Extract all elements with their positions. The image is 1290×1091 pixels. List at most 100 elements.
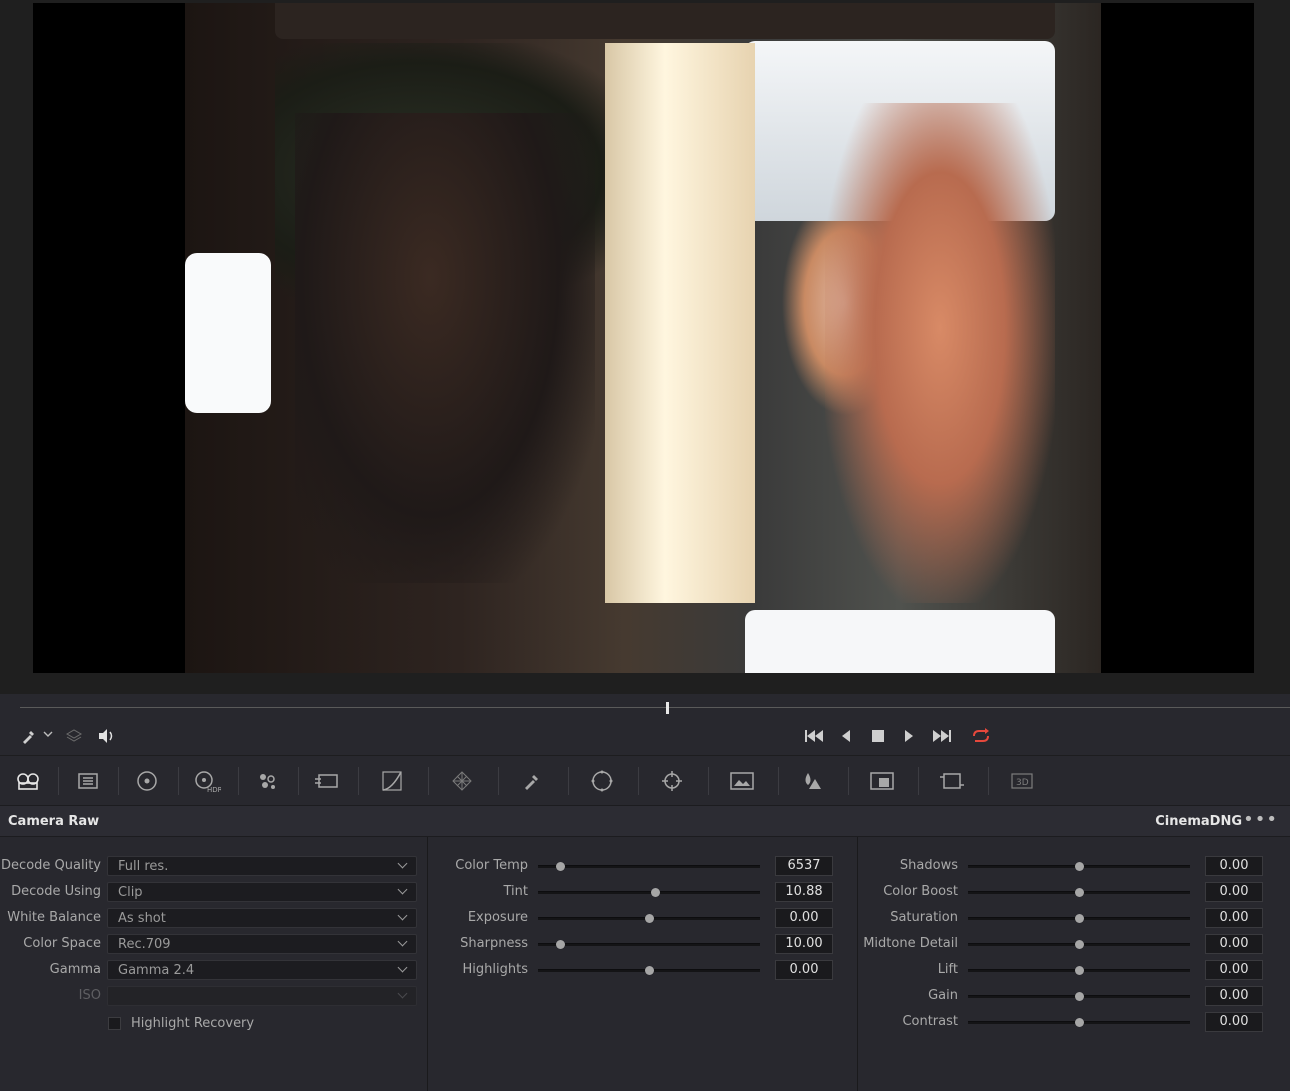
stop-icon[interactable]: [870, 727, 886, 749]
tone-sliders-column: Shadows 0.00 Color Boost 0.00 Saturation 0.00…: [858, 837, 1290, 1091]
decode-quality-value: Full res.: [118, 859, 169, 874]
shadows-value-field[interactable]: 0.00: [1205, 856, 1263, 876]
more-options-icon[interactable]: •••: [1243, 809, 1278, 830]
color-space-label: Color Space: [23, 936, 101, 951]
shadows-label: Shadows: [899, 858, 958, 873]
saturation-value-field[interactable]: 0.00: [1205, 908, 1263, 928]
tint-slider[interactable]: [538, 891, 760, 894]
sizing-icon[interactable]: [938, 769, 966, 793]
sharpness-slider[interactable]: [538, 943, 760, 946]
color-temp-label: Color Temp: [455, 858, 528, 873]
motion-effects-icon[interactable]: [313, 769, 341, 793]
contrast-label: Contrast: [902, 1014, 958, 1029]
color-boost-value-field[interactable]: 0.00: [1205, 882, 1263, 902]
lift-label: Lift: [937, 962, 958, 977]
viewer-frame: [33, 3, 1254, 673]
chevron-down-icon: [397, 988, 408, 999]
chevron-down-icon: [397, 858, 408, 869]
highlights-value-field[interactable]: 0.00: [775, 960, 833, 980]
color-space-dropdown[interactable]: Rec.709: [107, 934, 417, 954]
midtone-detail-label: Midtone Detail: [863, 936, 958, 951]
iso-label: ISO: [78, 988, 101, 1003]
exposure-slider-handle[interactable]: [644, 914, 654, 923]
contrast-value-field[interactable]: 0.00: [1205, 1012, 1263, 1032]
lift-value-field[interactable]: 0.00: [1205, 960, 1263, 980]
gamma-value: Gamma 2.4: [118, 963, 195, 978]
color-page-toolbar: HDR 3D: [0, 755, 1290, 806]
midtone-detail-slider-handle[interactable]: [1074, 940, 1084, 949]
decode-using-value: Clip: [118, 885, 143, 900]
svg-text:3D: 3D: [1016, 778, 1029, 788]
camera-raw-icon[interactable]: [14, 769, 42, 793]
timeline-scrubber[interactable]: [20, 707, 1290, 708]
blur-icon[interactable]: [798, 769, 826, 793]
panel-header: Camera Raw CinemaDNG •••: [0, 805, 1290, 837]
loop-icon[interactable]: [969, 726, 993, 750]
chevron-down-icon: [397, 910, 408, 921]
qualifier-icon[interactable]: [518, 769, 546, 793]
chevron-down-icon[interactable]: [43, 728, 53, 746]
sharpness-value-field[interactable]: 10.00: [775, 934, 833, 954]
rgb-mixer-icon[interactable]: [253, 769, 281, 793]
white-balance-value: As shot: [118, 911, 166, 926]
gamma-dropdown[interactable]: Gamma 2.4: [107, 960, 417, 980]
gain-label: Gain: [928, 988, 958, 1003]
lift-slider-handle[interactable]: [1074, 966, 1084, 975]
panel-title: Camera Raw: [8, 814, 100, 829]
sharpness-slider-handle[interactable]: [555, 940, 565, 949]
decode-quality-dropdown[interactable]: Full res.: [107, 856, 417, 876]
color-boost-slider-handle[interactable]: [1074, 888, 1084, 897]
jump-to-start-icon[interactable]: [803, 727, 825, 749]
play-reverse-icon[interactable]: [839, 727, 853, 749]
play-icon[interactable]: [902, 727, 916, 749]
window-icon[interactable]: [588, 769, 616, 793]
iso-dropdown: [107, 986, 417, 1006]
gamma-label: Gamma: [49, 962, 101, 977]
magic-mask-icon[interactable]: [728, 769, 756, 793]
layers-icon[interactable]: [65, 727, 83, 749]
sharpness-label: Sharpness: [460, 936, 528, 951]
chevron-down-icon: [397, 884, 408, 895]
saturation-slider-handle[interactable]: [1074, 914, 1084, 923]
gain-value-field[interactable]: 0.00: [1205, 986, 1263, 1006]
shadows-slider-handle[interactable]: [1074, 862, 1084, 871]
color-temp-value-field[interactable]: 6537: [775, 856, 833, 876]
svg-text:HDR: HDR: [207, 786, 221, 793]
picker-icon[interactable]: [20, 727, 38, 749]
color-space-value: Rec.709: [118, 937, 171, 952]
midtone-detail-value-field[interactable]: 0.00: [1205, 934, 1263, 954]
image-sliders-column: Color Temp 6537 Tint 10.88 Exposure 0.00 Sharp…: [428, 837, 858, 1091]
tint-label: Tint: [503, 884, 529, 899]
stereo-3d-icon[interactable]: 3D: [1008, 769, 1036, 793]
color-wheels-icon[interactable]: [133, 769, 161, 793]
color-warper-icon[interactable]: [448, 769, 476, 793]
gain-slider-handle[interactable]: [1074, 992, 1084, 1001]
decode-settings-column: Decode Quality Full res. Decode Using Cl…: [0, 837, 428, 1091]
saturation-label: Saturation: [890, 910, 958, 925]
color-temp-slider[interactable]: [538, 865, 760, 868]
viewer: [0, 0, 1290, 694]
decode-using-dropdown[interactable]: Clip: [107, 882, 417, 902]
highlights-slider-handle[interactable]: [644, 966, 654, 975]
tint-slider-handle[interactable]: [651, 888, 661, 897]
jump-to-end-icon[interactable]: [931, 727, 953, 749]
color-match-icon[interactable]: [74, 769, 102, 793]
chevron-down-icon: [397, 936, 408, 947]
curves-icon[interactable]: [378, 769, 406, 793]
highlight-recovery-checkbox[interactable]: [108, 1017, 121, 1030]
hdr-wheels-icon[interactable]: HDR: [193, 769, 223, 794]
volume-icon[interactable]: [97, 727, 117, 749]
contrast-slider-handle[interactable]: [1074, 1018, 1084, 1027]
color-temp-slider-handle[interactable]: [555, 862, 565, 871]
tracker-icon[interactable]: [658, 769, 686, 793]
raw-format-label: CinemaDNG: [1155, 814, 1242, 829]
white-balance-dropdown[interactable]: As shot: [107, 908, 417, 928]
key-icon[interactable]: [868, 769, 896, 793]
playhead[interactable]: [666, 702, 669, 714]
highlight-recovery-label: Highlight Recovery: [131, 1016, 255, 1031]
exposure-label: Exposure: [467, 910, 528, 925]
exposure-value-field[interactable]: 0.00: [775, 908, 833, 928]
white-balance-label: White Balance: [7, 910, 101, 925]
tint-value-field[interactable]: 10.88: [775, 882, 833, 902]
highlights-label: Highlights: [462, 962, 528, 977]
